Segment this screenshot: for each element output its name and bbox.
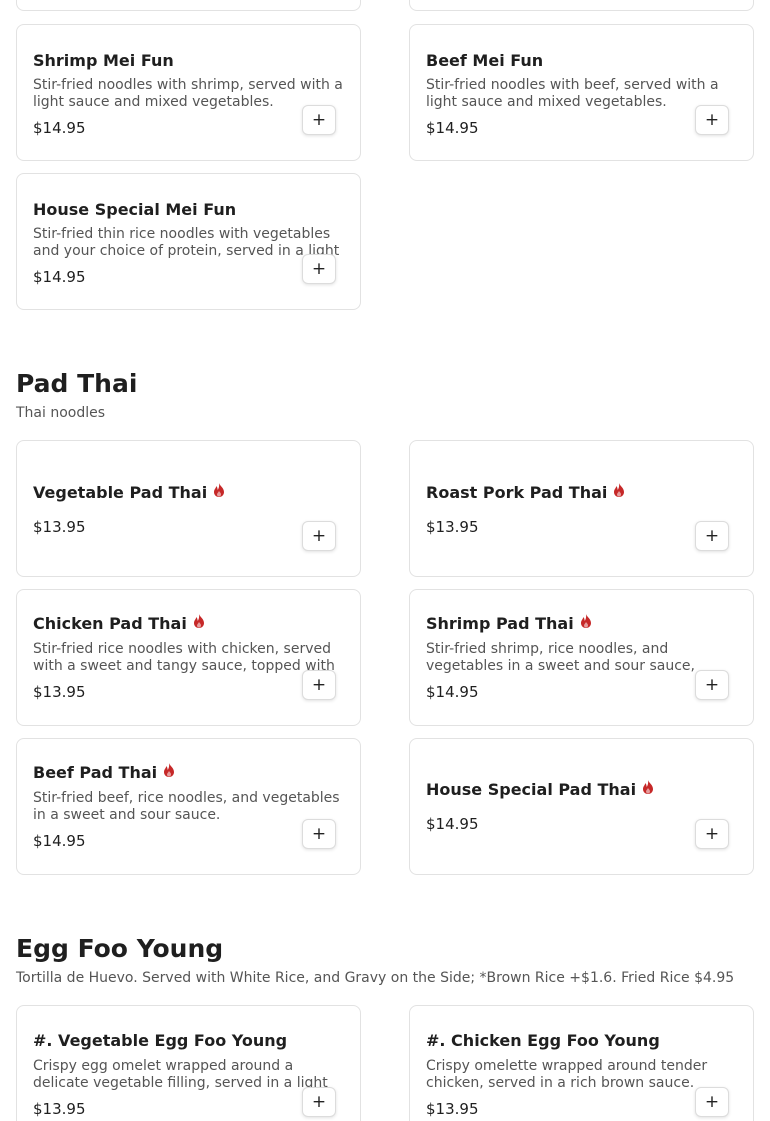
menu-item-card[interactable]: Chicken Pad Thai Stir-fried rice noodles… <box>16 589 361 726</box>
spicy-flame-icon <box>214 483 225 497</box>
item-name: Vegetable Pad Thai <box>33 483 208 502</box>
item-price: $13.95 <box>33 518 86 536</box>
item-name: House Special Mei Fun <box>33 200 237 219</box>
item-price: $14.95 <box>426 815 479 833</box>
item-description: Stir-fried beef, rice noodles, and veget… <box>33 790 340 823</box>
menu-item-card[interactable]: Shrimp Mei Fun Stir-fried noodles with s… <box>16 24 361 161</box>
item-price: $14.95 <box>33 268 86 286</box>
add-to-cart-button[interactable]: + <box>695 1087 729 1117</box>
item-name: Beef Pad Thai <box>33 763 158 782</box>
item-name-row: House Special Pad Thai <box>426 780 654 799</box>
add-to-cart-button[interactable]: + <box>302 521 336 551</box>
item-description: Stir-fried noodles with shrimp, served w… <box>33 77 343 110</box>
item-description: Stir-fried shrimp, rice noodles, and veg… <box>426 641 695 674</box>
menu-item-card[interactable]: Shrimp Pad Thai Stir-fried shrimp, rice … <box>409 589 754 726</box>
item-name: House Special Pad Thai <box>426 780 637 799</box>
item-price: $14.95 <box>426 119 479 137</box>
menu-item-card[interactable]: House Special Mei Fun Stir-fried thin ri… <box>16 173 361 310</box>
item-name: Shrimp Pad Thai <box>426 614 574 633</box>
spicy-flame-icon <box>580 614 591 628</box>
menu-item-card[interactable]: Vegetable Pad Thai $13.95 + <box>16 440 361 577</box>
item-price: $14.95 <box>33 119 86 137</box>
item-description: Crispy omelette wrapped around tender ch… <box>426 1058 708 1091</box>
item-name: Beef Mei Fun <box>426 51 544 70</box>
item-price: $13.95 <box>426 1100 479 1118</box>
item-name: Shrimp Mei Fun <box>33 51 174 70</box>
item-name: #. Chicken Egg Foo Young <box>426 1031 660 1050</box>
section-title-pad-thai: Pad Thai <box>16 369 138 398</box>
add-to-cart-button[interactable]: + <box>302 670 336 700</box>
spicy-flame-icon <box>643 780 654 794</box>
item-price: $13.95 <box>33 1100 86 1118</box>
menu-item-card[interactable] <box>409 0 754 11</box>
item-description: Stir-fried thin rice noodles with vegeta… <box>33 226 340 259</box>
menu-item-card[interactable]: House Special Pad Thai $14.95 + <box>409 738 754 875</box>
item-name: #. Vegetable Egg Foo Young <box>33 1031 288 1050</box>
add-to-cart-button[interactable]: + <box>695 670 729 700</box>
item-price: $13.95 <box>33 683 86 701</box>
add-to-cart-button[interactable]: + <box>302 1087 336 1117</box>
add-to-cart-button[interactable]: + <box>302 819 336 849</box>
item-name-row: Vegetable Pad Thai <box>33 483 225 502</box>
item-description: Crispy egg omelet wrapped around a delic… <box>33 1058 328 1091</box>
item-name-row: Roast Pork Pad Thai <box>426 483 625 502</box>
menu-item-card[interactable]: #. Vegetable Egg Foo Young Crispy egg om… <box>16 1005 361 1121</box>
section-subtitle-egg-foo-young: Tortilla de Huevo. Served with White Ric… <box>16 970 735 986</box>
menu-item-card[interactable]: Beef Pad Thai Stir-fried beef, rice nood… <box>16 738 361 875</box>
menu-item-card[interactable]: #. Chicken Egg Foo Young Crispy omelette… <box>409 1005 754 1121</box>
add-to-cart-button[interactable]: + <box>302 254 336 284</box>
item-name-row: Chicken Pad Thai <box>33 614 205 633</box>
item-name-row: Beef Pad Thai <box>33 763 175 782</box>
section-subtitle-pad-thai: Thai noodles <box>16 405 106 421</box>
menu-item-card[interactable]: Beef Mei Fun Stir-fried noodles with bee… <box>409 24 754 161</box>
item-price: $13.95 <box>426 518 479 536</box>
spicy-flame-icon <box>193 614 204 628</box>
item-price: $14.95 <box>426 683 479 701</box>
menu-item-card[interactable] <box>16 0 361 11</box>
item-name-row: Shrimp Pad Thai <box>426 614 592 633</box>
add-to-cart-button[interactable]: + <box>302 105 336 135</box>
item-price: $14.95 <box>33 832 86 850</box>
add-to-cart-button[interactable]: + <box>695 819 729 849</box>
section-title-egg-foo-young: Egg Foo Young <box>16 934 224 963</box>
item-name: Chicken Pad Thai <box>33 614 187 633</box>
spicy-flame-icon <box>614 483 625 497</box>
add-to-cart-button[interactable]: + <box>695 521 729 551</box>
item-description: Stir-fried rice noodles with chicken, se… <box>33 641 335 674</box>
item-description: Stir-fried noodles with beef, served wit… <box>426 77 719 110</box>
spicy-flame-icon <box>164 763 175 777</box>
menu-item-card[interactable]: Roast Pork Pad Thai $13.95 + <box>409 440 754 577</box>
item-name: Roast Pork Pad Thai <box>426 483 608 502</box>
add-to-cart-button[interactable]: + <box>695 105 729 135</box>
